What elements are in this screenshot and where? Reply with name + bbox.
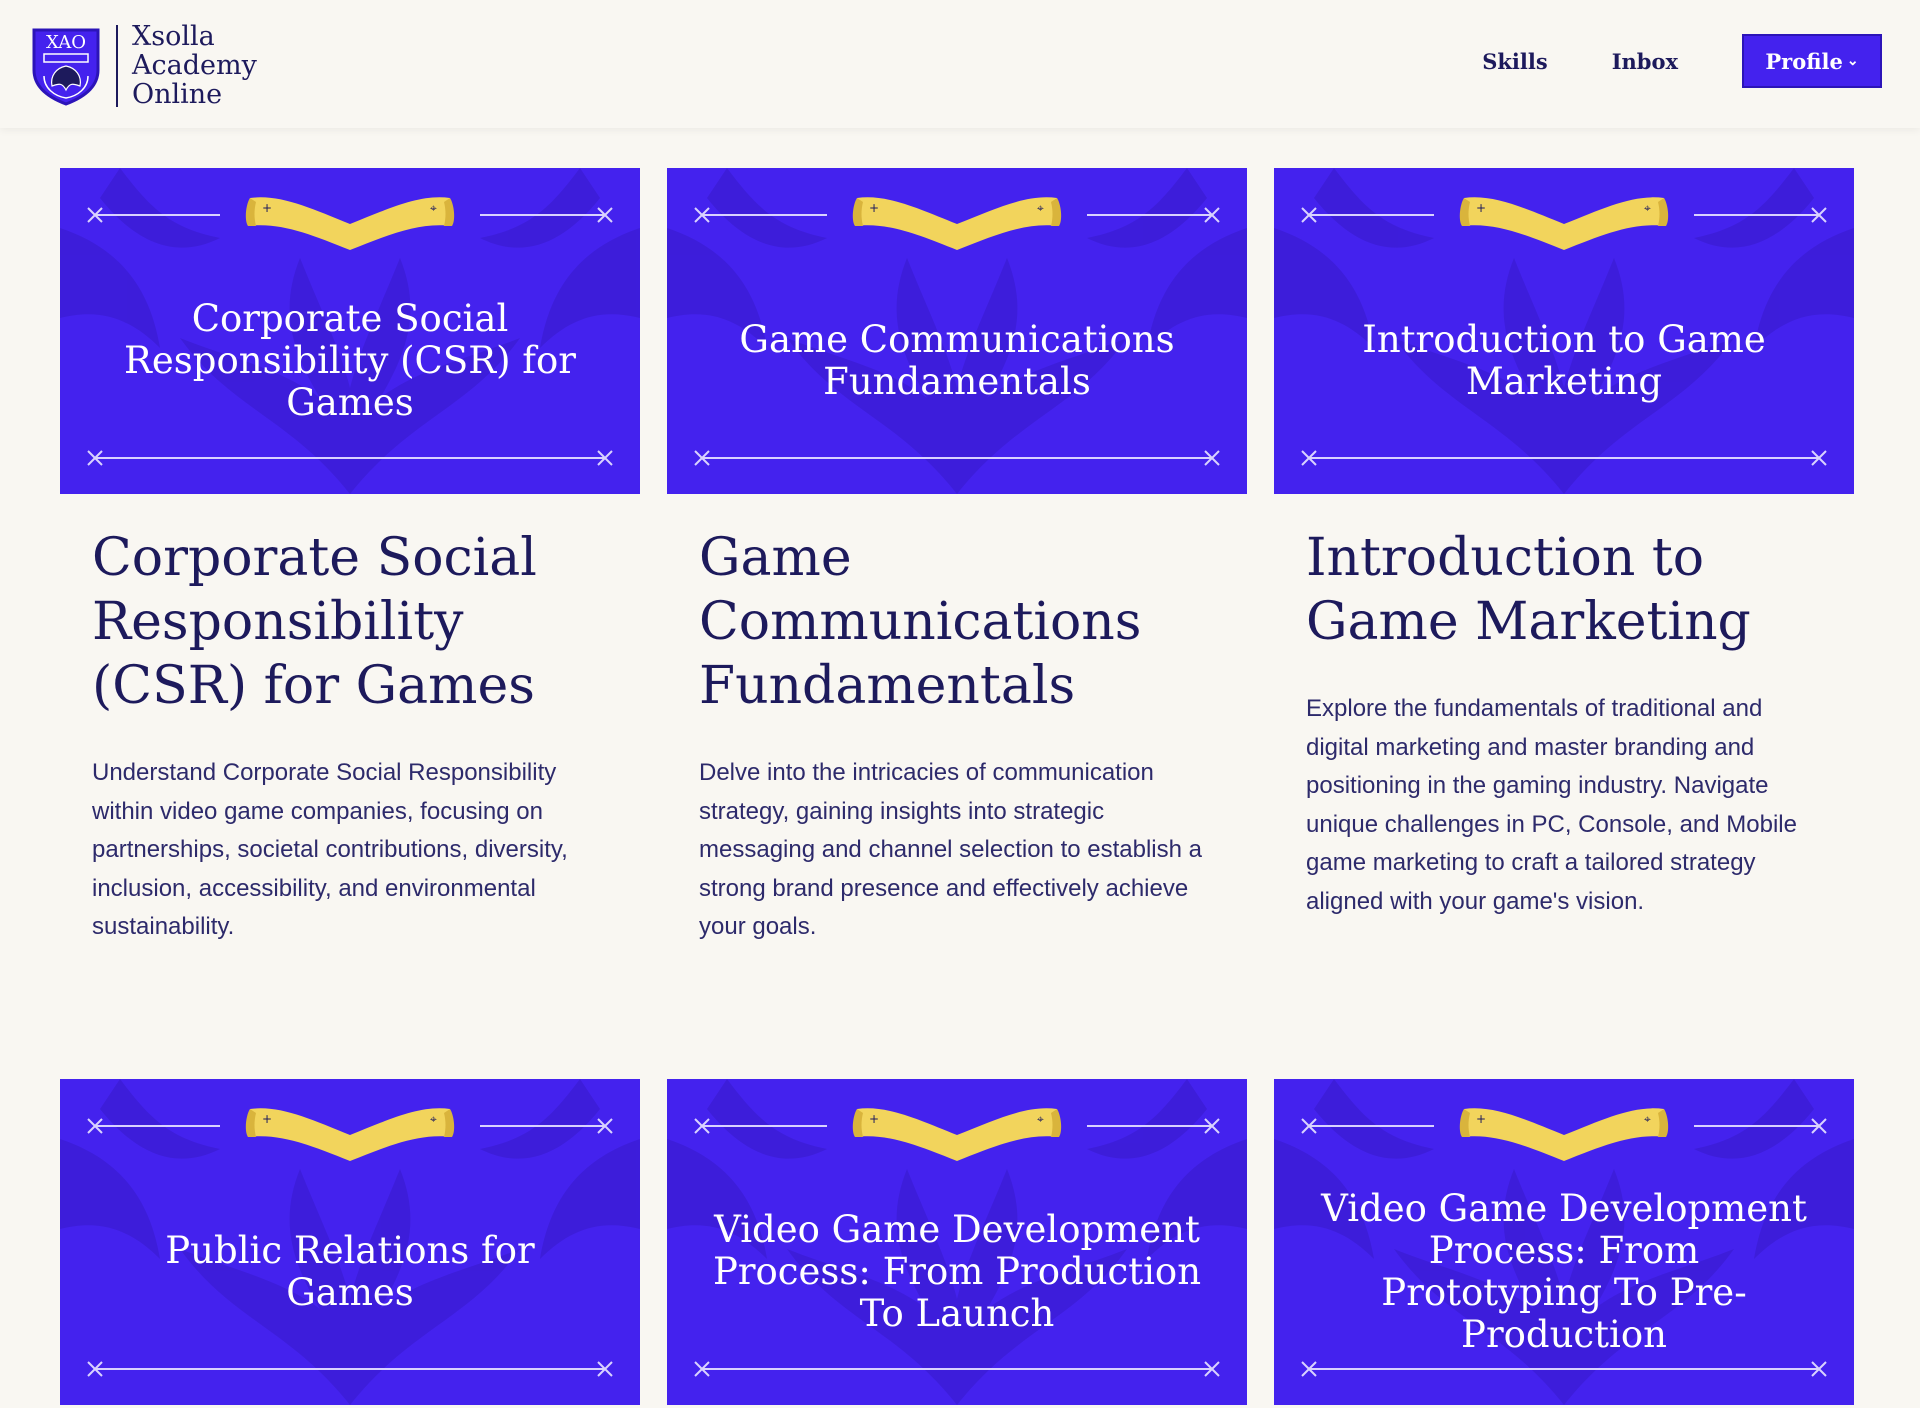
course-thumbnail[interactable]: Video Game Development Process: From Pro… xyxy=(1274,1079,1854,1405)
thumbnail-title: Game Communications Fundamentals xyxy=(739,318,1175,403)
top-header: XAO Xsolla Academy Online Skills Inbox P… xyxy=(0,0,1920,128)
thumbnail-title: Corporate Social Responsibility (CSR) fo… xyxy=(124,297,576,424)
course-thumbnail[interactable]: Public Relations for Games xyxy=(60,1079,640,1405)
course-card: Game Communications Fundamentals Game Co… xyxy=(667,168,1247,947)
course-card: Video Game Development Process: From Pro… xyxy=(1274,1079,1854,1405)
chevron-down-icon: ⌄ xyxy=(1846,53,1859,69)
course-card: Video Game Development Process: From Pro… xyxy=(667,1079,1247,1405)
logo-wordmark: Xsolla Academy Online xyxy=(132,22,257,109)
profile-button[interactable]: Profile ⌄ xyxy=(1742,34,1882,88)
course-thumbnail[interactable]: Introduction to Game Marketing xyxy=(1274,168,1854,494)
course-thumbnail[interactable]: Video Game Development Process: From Pro… xyxy=(667,1079,1247,1405)
course-description: Delve into the intricacies of communicat… xyxy=(699,759,1202,940)
course-title[interactable]: Corporate Social Responsibility (CSR) fo… xyxy=(92,526,612,718)
thumbnail-title: Introduction to Game Marketing xyxy=(1362,318,1766,403)
academy-crest-icon: XAO xyxy=(32,28,100,106)
nav-inbox-link[interactable]: Inbox xyxy=(1612,49,1678,74)
logo-line-1: Xsolla xyxy=(132,21,215,52)
course-card: Corporate Social Responsibility (CSR) fo… xyxy=(60,168,640,947)
nav-skills-link[interactable]: Skills xyxy=(1482,49,1547,74)
thumbnail-title: Public Relations for Games xyxy=(165,1229,535,1314)
course-description: Explore the fundamentals of traditional … xyxy=(1306,695,1797,915)
logo-divider xyxy=(116,24,118,107)
course-thumbnail[interactable]: Game Communications Fundamentals xyxy=(667,168,1247,494)
main-nav: Skills Inbox Profile ⌄ xyxy=(1482,34,1882,88)
crest-text: XAO xyxy=(46,32,86,53)
logo-line-2: Academy xyxy=(132,50,257,81)
profile-button-label: Profile xyxy=(1765,48,1843,74)
course-description: Understand Corporate Social Responsibili… xyxy=(92,759,568,940)
site-logo[interactable]: XAO Xsolla Academy Online xyxy=(30,22,257,109)
thumbnail-title: Video Game Development Process: From Pro… xyxy=(712,1208,1202,1335)
course-title[interactable]: Game Communications Fundamentals xyxy=(699,526,1219,718)
course-thumbnail[interactable]: Corporate Social Responsibility (CSR) fo… xyxy=(60,168,640,494)
course-card: Public Relations for Games xyxy=(60,1079,640,1405)
course-title[interactable]: Introduction to Game Marketing xyxy=(1306,526,1826,654)
course-card: Introduction to Game Marketing Introduct… xyxy=(1274,168,1854,921)
thumbnail-title: Video Game Development Process: From Pro… xyxy=(1321,1187,1807,1356)
logo-line-3: Online xyxy=(132,79,223,110)
